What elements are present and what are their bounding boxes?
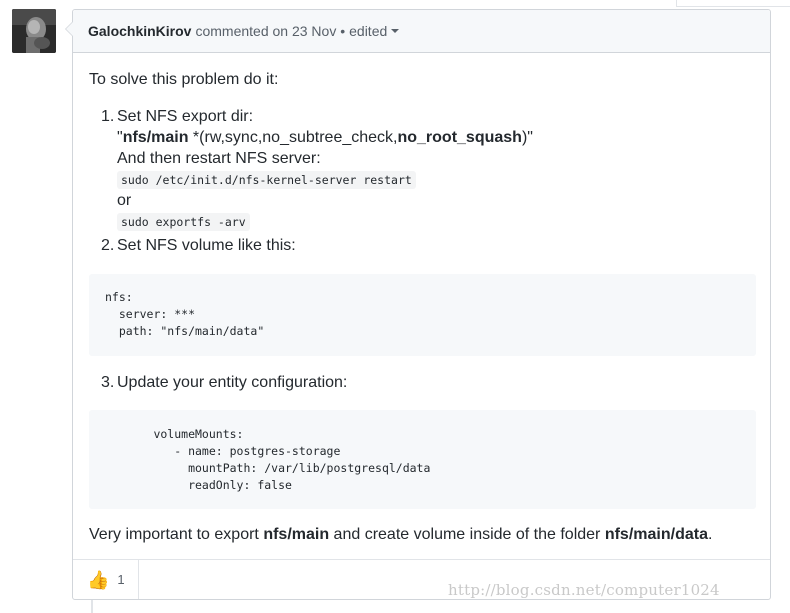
page: GalochkinKirov commented on 23 Nov • edi… <box>0 0 790 613</box>
edited-dropdown[interactable]: edited <box>349 23 400 39</box>
step-title: Set NFS volume like this: <box>117 237 296 254</box>
step-number: 2. <box>101 237 115 254</box>
avatar[interactable] <box>12 9 56 53</box>
final-middle: and create volume inside of the folder <box>329 526 605 543</box>
list-item: 1. Set NFS export dir: "nfs/main *(rw,sy… <box>89 108 757 234</box>
export-opts-prefix: *(rw,sync,no_subtree_check, <box>188 129 398 146</box>
final-note: Very important to export nfs/main and cr… <box>89 526 712 544</box>
reaction-count: 1 <box>117 572 125 587</box>
export-line: "nfs/main *(rw,sync,no_subtree_check,no_… <box>117 129 757 150</box>
final-prefix: Very important to export <box>89 526 264 543</box>
restart-text: And then restart NFS server: <box>117 150 321 167</box>
restart-command: sudo /etc/init.d/nfs-kernel-server resta… <box>117 171 416 189</box>
author-link[interactable]: GalochkinKirov <box>88 23 191 39</box>
avatar-photo-icon <box>12 9 56 53</box>
or-text: or <box>117 192 132 209</box>
export-opts-bold: no_root_squash <box>397 129 522 146</box>
exportfs-command: sudo exportfs -arv <box>117 213 250 231</box>
final-bold-export: nfs/main <box>263 526 330 543</box>
step-title: Set NFS export dir: <box>117 108 254 125</box>
step-title: Update your entity configuration: <box>117 374 348 391</box>
caret-down-icon <box>391 29 400 33</box>
restart-cmd-line: sudo /etc/init.d/nfs-kernel-server resta… <box>117 171 757 192</box>
comment-header: GalochkinKirov commented on 23 Nov • edi… <box>73 10 770 53</box>
code-block-volume-mounts: volumeMounts: - name: postgres-storage m… <box>89 410 756 509</box>
edited-label: edited <box>349 23 388 39</box>
comment-box: GalochkinKirov commented on 23 Nov • edi… <box>65 9 771 600</box>
alt-cmd-line: sudo exportfs -arv <box>117 213 757 234</box>
timeline-line <box>91 600 93 613</box>
thumbs-up-reaction-button[interactable]: 👍 1 <box>73 560 139 599</box>
top-divider <box>676 0 790 7</box>
header-separator: • <box>340 23 346 39</box>
export-opts-suffix: )" <box>521 129 533 146</box>
list-item: 2. Set NFS volume like this: <box>89 237 757 258</box>
intro-text: To solve this problem do it: <box>89 71 279 88</box>
comment-date[interactable]: 23 Nov <box>292 23 336 39</box>
list-item: 3. Update your entity configuration: <box>89 374 347 395</box>
steps-list: 1. Set NFS export dir: "nfs/main *(rw,sy… <box>89 108 757 258</box>
step-number: 3. <box>101 374 115 391</box>
final-bold-folder: nfs/main/data <box>604 526 708 543</box>
comment-action: commented on <box>195 23 289 39</box>
step-number: 1. <box>101 108 115 125</box>
thumbs-up-icon: 👍 <box>87 569 110 590</box>
export-path: nfs/main <box>122 129 189 146</box>
watermark: http://blog.csdn.net/computer1024 <box>448 581 720 599</box>
final-suffix: . <box>707 526 713 543</box>
code-block-nfs: nfs: server: *** path: "nfs/main/data" <box>89 274 756 356</box>
